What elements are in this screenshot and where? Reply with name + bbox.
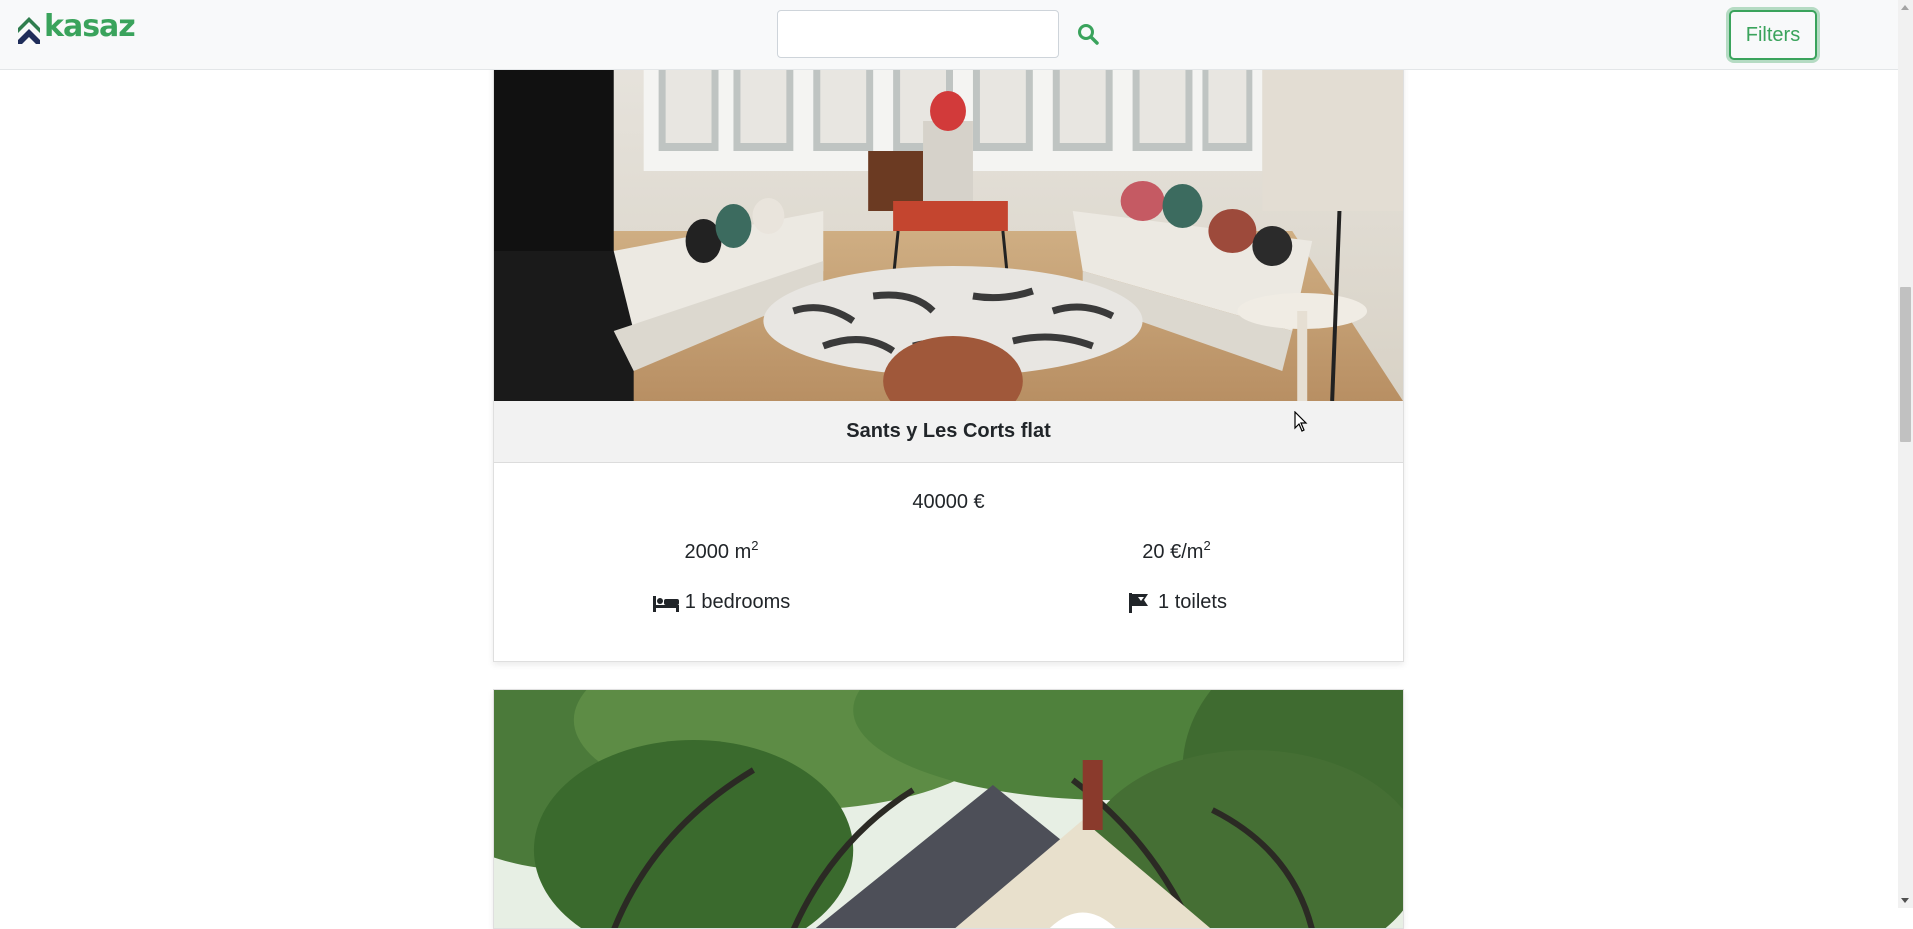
listing-card[interactable] <box>493 689 1404 929</box>
brand-logo[interactable]: kasaz <box>16 9 136 46</box>
toilets-value: 1 toilets <box>1158 591 1227 613</box>
toilet-icon <box>1126 592 1152 613</box>
listing-photo[interactable] <box>494 690 1403 928</box>
filters-button[interactable]: Filters <box>1729 10 1817 60</box>
scrollbar-thumb[interactable] <box>1900 287 1911 442</box>
listing-title[interactable]: Sants y Les Corts flat <box>494 401 1403 463</box>
mouse-cursor-icon <box>1294 411 1308 432</box>
kasaz-logo-icon <box>18 17 40 44</box>
page-scrollbar[interactable] <box>1898 0 1913 908</box>
listing-price-per-m2: 20 €/m 2 <box>949 538 1404 564</box>
price-per-m2-value: 20 €/m <box>1142 541 1204 563</box>
area-value: 2000 m <box>684 541 752 563</box>
search-icon <box>1078 24 1099 45</box>
search-button[interactable] <box>1072 18 1104 50</box>
brand-name: kasaz <box>44 9 136 44</box>
listing-price: 40000 € <box>912 491 985 513</box>
area-unit-exponent: 2 <box>751 538 759 553</box>
listing-toilets: 1 toilets <box>949 591 1404 614</box>
price-per-m2-exponent: 2 <box>1203 538 1211 553</box>
listing-bedrooms: 1 bedrooms <box>494 591 949 614</box>
scroll-down-icon[interactable] <box>1901 898 1909 903</box>
listing-area: 2000 m2 <box>494 538 949 564</box>
search-input[interactable] <box>777 10 1059 58</box>
listing-card[interactable]: Sants y Les Corts flat 40000 € 2000 m2 2… <box>493 0 1404 662</box>
navbar: kasaz Filters <box>0 0 1898 70</box>
scroll-up-icon[interactable] <box>1901 5 1909 10</box>
bedrooms-value: 1 bedrooms <box>684 591 791 613</box>
bed-icon <box>652 593 679 613</box>
